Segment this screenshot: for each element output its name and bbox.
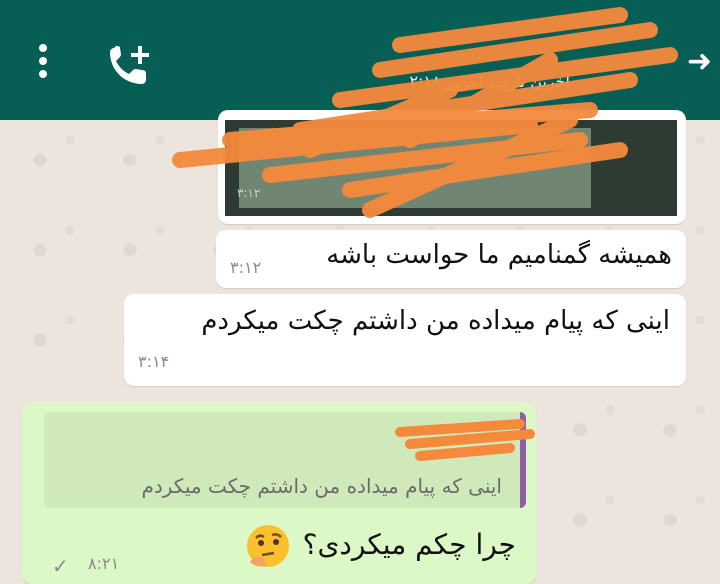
media-thumbnail[interactable]: ۳:۱۲ [225, 120, 677, 216]
sent-check-icon: ✓ [52, 554, 69, 578]
add-call-icon[interactable] [104, 40, 156, 88]
message-time: ۳:۱۲ [230, 258, 262, 277]
message-text: چرا چکم میکردی؟ [302, 528, 516, 561]
media-message-time: ۳:۱۲ [237, 186, 261, 200]
message-time: ۳:۱۴ [138, 352, 170, 371]
more-vert-icon[interactable] [34, 44, 52, 84]
media-preview [239, 128, 591, 208]
message-time: ۸:۲۱ [88, 554, 120, 573]
message-text: همیشه گمنامیم ما حواست باشه [326, 240, 672, 270]
thinking-face-emoji [247, 525, 289, 567]
quoted-message[interactable]: اینی که پیام میداده من داشتم چکت میکردم [44, 412, 526, 508]
back-arrow-icon[interactable]: ➜ [687, 44, 712, 79]
message-bubble[interactable]: اینی که پیام میداده من داشتم چکت میکردم … [124, 294, 686, 386]
chat-header: آخرین بازدید امروز ۲:۱۸ ➜ [0, 0, 720, 120]
last-seen-status: آخرین بازدید امروز ۲:۱۸ [409, 72, 570, 91]
quoted-message-text: اینی که پیام میداده من داشتم چکت میکردم [141, 474, 502, 498]
message-text: اینی که پیام میداده من داشتم چکت میکردم [201, 306, 670, 336]
message-bubble[interactable]: همیشه گمنامیم ما حواست باشه ۳:۱۲ [216, 230, 686, 288]
